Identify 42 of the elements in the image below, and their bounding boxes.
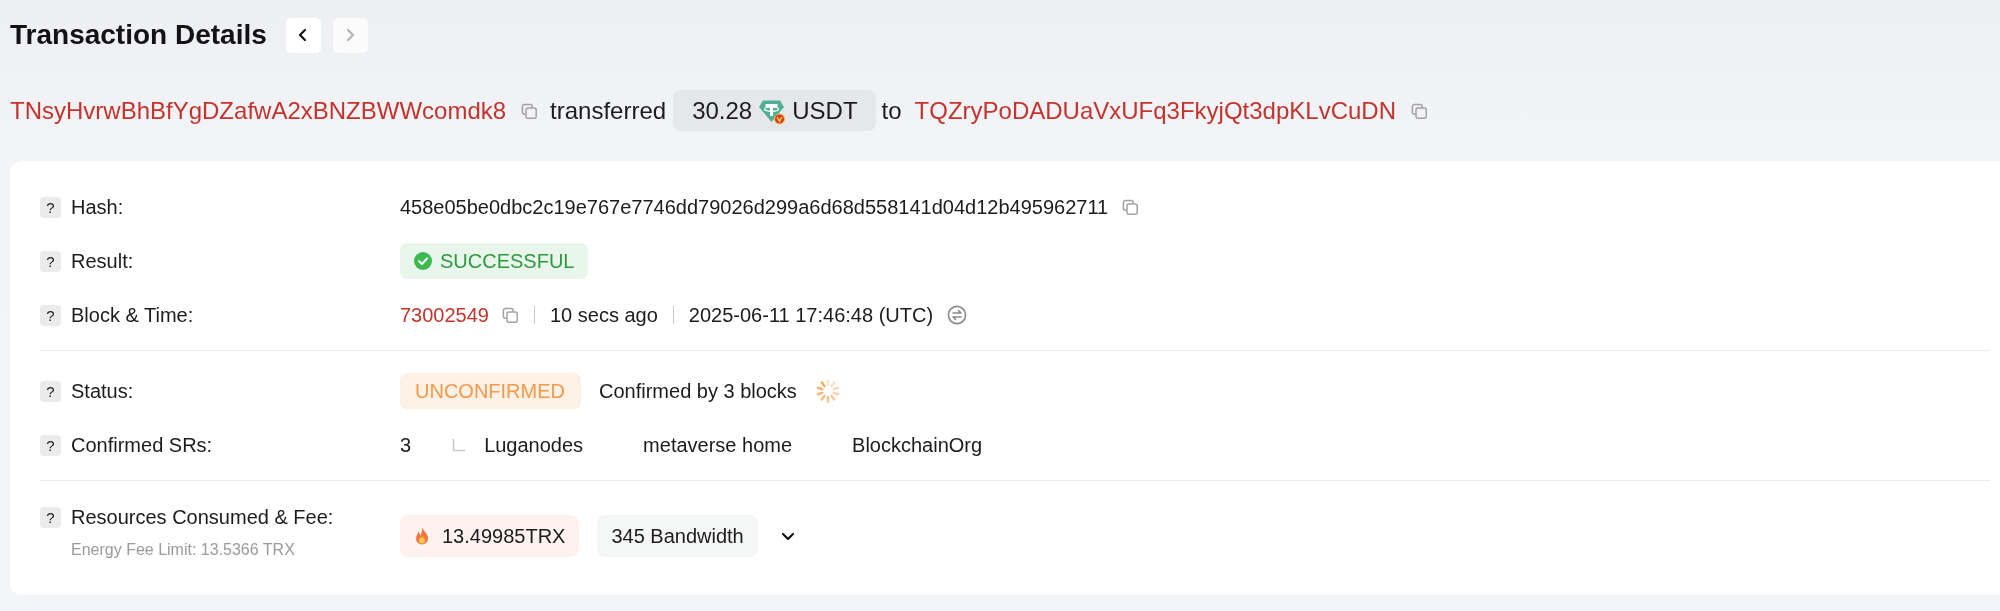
- sr-count: 3: [400, 433, 412, 458]
- help-icon[interactable]: ?: [40, 434, 61, 456]
- token-text: USDT: [792, 95, 858, 126]
- energy-limit-note: Energy Fee Limit: 13.5366 TRX: [71, 540, 296, 560]
- bandwidth-badge: 345 Bandwidth: [597, 515, 758, 557]
- amount-text: 30.28: [692, 95, 753, 126]
- help-icon[interactable]: ?: [40, 196, 61, 218]
- help-icon[interactable]: ?: [40, 304, 61, 326]
- field-label: Confirmed SRs:: [71, 433, 213, 458]
- copy-icon[interactable]: [1411, 102, 1427, 119]
- check-circle-icon: [414, 252, 432, 270]
- copy-icon[interactable]: [502, 307, 518, 323]
- transfer-text: transferred: [550, 95, 667, 126]
- page-title: Transaction Details: [10, 18, 267, 52]
- result-text: SUCCESSFUL: [440, 249, 575, 274]
- flame-icon: [414, 526, 430, 546]
- field-label: Hash:: [71, 195, 124, 220]
- swap-icon[interactable]: [947, 305, 968, 325]
- block-link[interactable]: 73002549: [400, 300, 489, 330]
- field-label: Block & Time:: [71, 303, 194, 328]
- help-icon[interactable]: ?: [40, 250, 61, 272]
- age-text: 10 secs ago: [550, 303, 658, 328]
- copy-icon[interactable]: [521, 102, 538, 119]
- field-label: Result:: [71, 249, 134, 274]
- sr-name: metaverse home: [643, 433, 793, 458]
- hash-text: 458e05be0dbc2c19e767e7746dd79026d299a6d68d558141d04d12b495962711: [400, 195, 1109, 220]
- sr-name: Luganodes: [484, 433, 584, 458]
- branch-icon: [452, 438, 467, 452]
- confirmations-text: Confirmed by 3 blocks: [599, 379, 797, 404]
- help-icon[interactable]: ?: [40, 380, 61, 402]
- field-label: Status:: [71, 379, 134, 404]
- address-link[interactable]: TNsyHvrwBhBfYgDZafwA2xBNZBWWcomdk8: [10, 95, 507, 126]
- copy-icon[interactable]: [1122, 199, 1139, 215]
- fee-amount: 13.49985TRX: [442, 524, 566, 549]
- field-label: Resources Consumed & Fee:: [71, 505, 334, 530]
- timestamp-text: 2025-06-11 17:46:48 (UTC): [688, 303, 934, 328]
- to-text: to: [881, 95, 902, 126]
- help-icon[interactable]: ?: [40, 506, 61, 528]
- sr-name: BlockchainOrg: [852, 433, 983, 458]
- address-link[interactable]: TQZryPoDADUaVxUFq3FkyjQt3dpKLvCuDN: [914, 95, 1396, 126]
- status-badge: UNCONFIRMED: [400, 373, 581, 409]
- previous-button[interactable]: [285, 17, 321, 53]
